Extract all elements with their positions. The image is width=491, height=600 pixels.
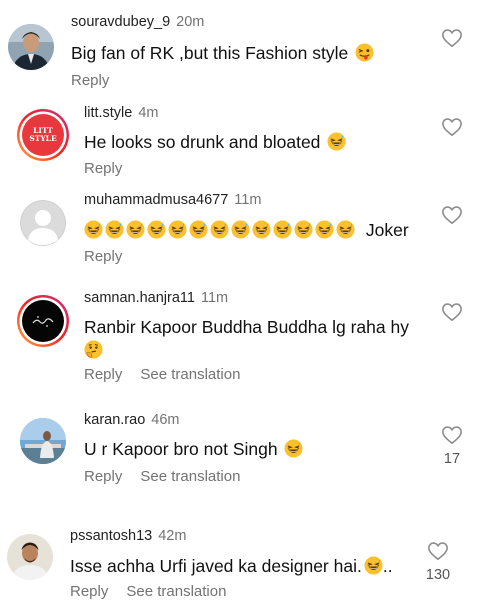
comment-suffix: ..	[382, 556, 393, 576]
laughing-sweat-emoji	[105, 220, 124, 239]
comment-actions: Reply See translation	[70, 583, 244, 600]
laughing-sweat-emoji	[327, 132, 346, 151]
timestamp: 4m	[138, 105, 159, 121]
comment-meta: karan.rao 46m	[84, 412, 179, 428]
comment-body: Isse achha Urfi javed ka designer hai.	[70, 556, 362, 576]
comment-body: Ranbir Kapoor Buddha Buddha lg raha hy	[84, 317, 409, 337]
timestamp: 11m	[200, 290, 229, 306]
username[interactable]: pssantosh13	[70, 528, 152, 544]
username[interactable]: litt.style	[84, 105, 132, 121]
reply-button[interactable]: Reply	[84, 468, 122, 485]
laughing-sweat-emoji	[315, 220, 334, 239]
comment-body: U r Kapoor bro not Singh	[84, 439, 278, 459]
comment-actions: Reply	[84, 248, 140, 265]
laughing-sweat-emoji	[294, 220, 313, 239]
username[interactable]: souravdubey_9	[71, 14, 170, 30]
see-translation-link[interactable]: See translation	[126, 583, 226, 600]
username[interactable]: muhammadmusa4677	[84, 192, 228, 208]
see-translation-link[interactable]: See translation	[140, 468, 240, 485]
laughing-sweat-emoji	[147, 220, 166, 239]
avatar[interactable]	[16, 294, 70, 348]
timestamp: 11m	[234, 192, 262, 208]
laughing-sweat-emoji	[336, 220, 355, 239]
thinking-emoji	[84, 340, 103, 359]
reply-button[interactable]: Reply	[84, 160, 122, 177]
comment-text: Isse achha Urfi javed ka designer hai...	[70, 555, 393, 577]
username[interactable]: karan.rao	[84, 412, 145, 428]
comment-body: Joker	[365, 220, 409, 240]
avatar[interactable]	[20, 200, 66, 246]
see-translation-link[interactable]: See translation	[140, 366, 240, 383]
wink-tongue-emoji	[355, 43, 374, 62]
comment-actions: Reply	[71, 72, 127, 89]
comment-text: U r Kapoor bro not Singh	[84, 438, 303, 460]
laughing-sweat-emoji	[284, 439, 303, 458]
laughing-sweat-emoji	[168, 220, 187, 239]
comment-meta: muhammadmusa4677 11m	[84, 192, 261, 208]
comment-body: Big fan of RK ,but this Fashion style	[71, 43, 349, 63]
heart-icon[interactable]	[441, 28, 463, 48]
reply-button[interactable]: Reply	[71, 72, 109, 89]
comment-text-line2	[84, 339, 103, 361]
like-count: 130	[425, 567, 451, 583]
heart-icon[interactable]	[427, 541, 449, 561]
comment-text: Joker	[84, 219, 409, 241]
laughing-sweat-emoji	[364, 556, 383, 575]
comment-text: Big fan of RK ,but this Fashion style	[71, 42, 374, 64]
heart-icon[interactable]	[441, 425, 463, 445]
comment-meta: litt.style 4m	[84, 105, 159, 121]
timestamp: 20m	[176, 14, 205, 30]
reply-button[interactable]: Reply	[84, 248, 122, 265]
avatar-logo-text: LITT STYLE	[29, 126, 57, 143]
comment-actions: Reply See translation	[84, 468, 258, 485]
laughing-sweat-emoji	[210, 220, 229, 239]
comment-meta: souravdubey_9 20m	[71, 14, 204, 30]
like-count: 17	[443, 451, 461, 467]
comment-meta: samnan.hanjra11 11m	[84, 290, 228, 306]
comment-text: He looks so drunk and bloated	[84, 131, 346, 153]
avatar[interactable]	[7, 534, 53, 580]
laughing-sweat-emoji	[189, 220, 208, 239]
username[interactable]: samnan.hanjra11	[84, 290, 195, 306]
heart-icon[interactable]	[441, 205, 463, 225]
comment-body: He looks so drunk and bloated	[84, 132, 321, 152]
timestamp: 46m	[151, 412, 180, 428]
heart-icon[interactable]	[441, 117, 463, 137]
emoji-sequence	[84, 220, 357, 240]
laughing-sweat-emoji	[252, 220, 271, 239]
laughing-sweat-emoji	[84, 220, 103, 239]
comment-text: Ranbir Kapoor Buddha Buddha lg raha hy	[84, 316, 409, 338]
laughing-sweat-emoji	[231, 220, 250, 239]
laughing-sweat-emoji	[273, 220, 292, 239]
laughing-sweat-emoji	[126, 220, 145, 239]
comment-actions: Reply	[84, 160, 140, 177]
comment-meta: pssantosh13 42m	[70, 528, 186, 544]
reply-button[interactable]: Reply	[70, 583, 108, 600]
avatar[interactable]: LITT STYLE	[16, 108, 70, 162]
timestamp: 42m	[158, 528, 187, 544]
avatar[interactable]	[20, 418, 66, 464]
heart-icon[interactable]	[441, 302, 463, 322]
avatar[interactable]	[8, 24, 54, 70]
comment-actions: Reply See translation	[84, 366, 258, 383]
reply-button[interactable]: Reply	[84, 366, 122, 383]
